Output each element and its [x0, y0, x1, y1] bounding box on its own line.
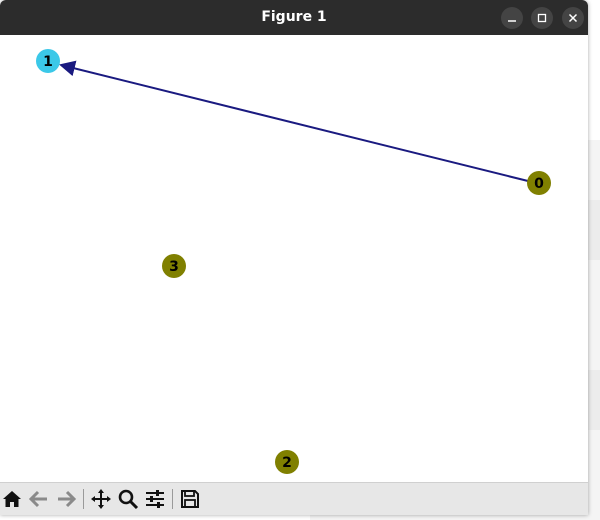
- back-button[interactable]: [27, 487, 51, 511]
- maximize-icon: [537, 13, 547, 23]
- close-button[interactable]: [562, 7, 584, 29]
- figure-window: Figure 1 0 1 2 3: [0, 0, 588, 515]
- graph-node-0: 0: [527, 171, 551, 195]
- home-button[interactable]: [0, 487, 24, 511]
- forward-button[interactable]: [54, 487, 78, 511]
- graph-node-1: 1: [36, 49, 60, 73]
- toolbar-separator: [172, 489, 173, 509]
- pan-icon: [91, 489, 111, 509]
- window-title: Figure 1: [261, 9, 327, 25]
- node-label-1: 1: [43, 54, 53, 70]
- minimize-icon: [508, 20, 516, 22]
- figure-canvas[interactable]: 0 1 2 3: [0, 35, 588, 482]
- save-button[interactable]: [178, 487, 202, 511]
- graph-plot: 0 1 2 3: [36, 49, 551, 474]
- navigation-toolbar: [0, 482, 588, 515]
- close-icon: [568, 13, 578, 23]
- zoom-icon: [118, 489, 139, 510]
- node-label-3: 3: [169, 259, 179, 275]
- edge-0-1: [59, 60, 529, 182]
- zoom-button[interactable]: [116, 487, 140, 511]
- maximize-button[interactable]: [531, 7, 553, 29]
- graph-node-3: 3: [162, 254, 186, 278]
- minimize-button[interactable]: [501, 7, 523, 29]
- pan-button[interactable]: [89, 487, 113, 511]
- configure-subplots-icon: [146, 490, 164, 508]
- back-arrow-icon: [28, 490, 47, 508]
- toolbar-separator: [83, 489, 84, 509]
- home-icon: [3, 491, 21, 507]
- node-label-2: 2: [282, 455, 292, 471]
- node-label-0: 0: [534, 176, 544, 192]
- title-bar[interactable]: Figure 1: [0, 0, 588, 35]
- save-icon: [181, 490, 199, 508]
- forward-arrow-icon: [58, 490, 77, 508]
- configure-subplots-button[interactable]: [143, 487, 167, 511]
- graph-node-2: 2: [275, 450, 299, 474]
